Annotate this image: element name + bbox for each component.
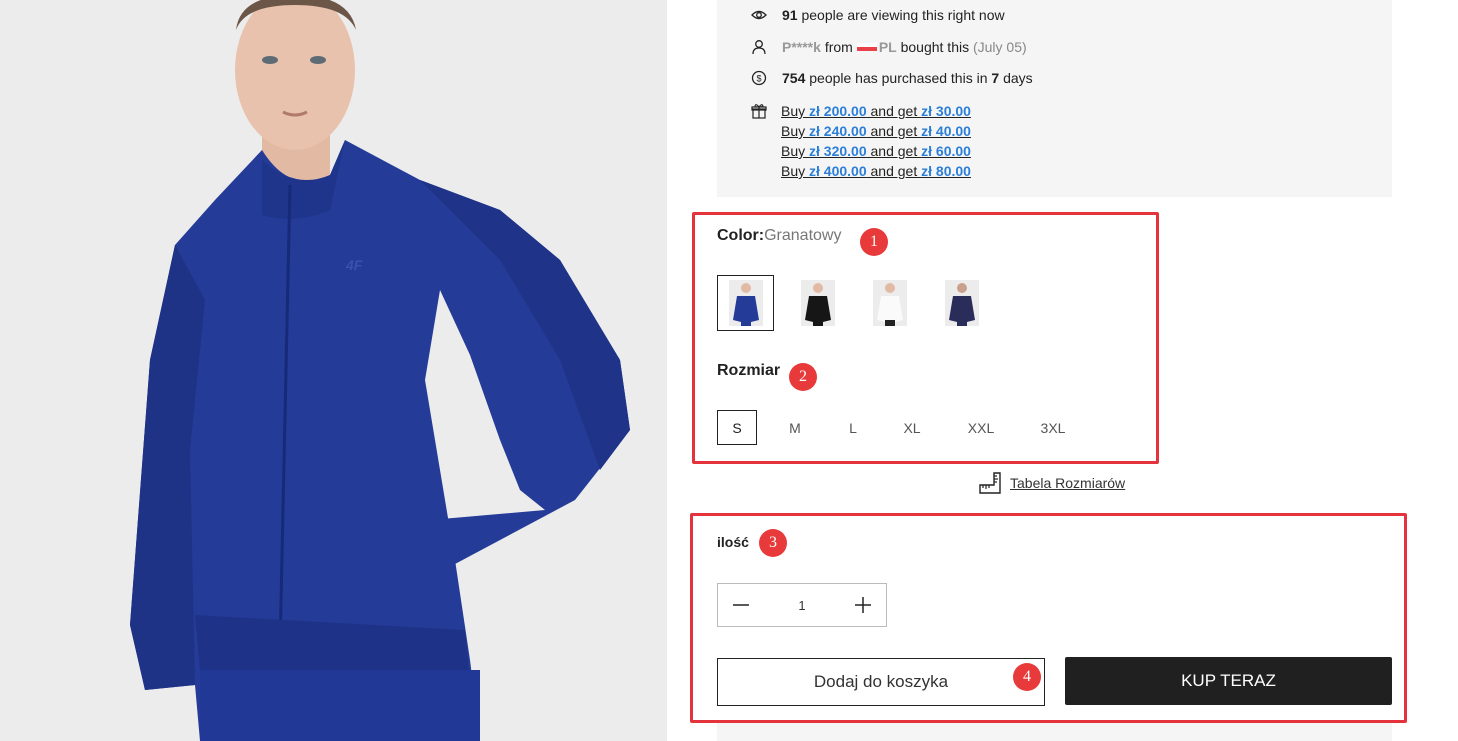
promotion-link[interactable]: Buy zł 200.00 and get zł 30.00	[781, 101, 971, 121]
increase-quantity-button[interactable]	[852, 594, 874, 616]
size-option-l[interactable]: L	[836, 410, 870, 445]
size-option-m[interactable]: M	[778, 410, 812, 445]
quantity-stepper: 1	[717, 583, 887, 627]
size-label: Rozmiar	[717, 362, 781, 379]
viewing-text: people are viewing this right now	[801, 7, 1005, 23]
decrease-quantity-button[interactable]	[730, 594, 752, 616]
minus-icon	[733, 604, 749, 606]
social-proof-box: 91 people are viewing this right now P**…	[717, 0, 1392, 197]
annotation-badge-2: 2	[789, 363, 817, 391]
buyer-name: P****k	[782, 39, 821, 55]
product-image: 4F	[0, 0, 667, 741]
size-option-3xl[interactable]: 3XL	[1032, 410, 1074, 445]
quantity-input[interactable]: 1	[798, 598, 805, 613]
color-label: Color:Granatowy	[717, 227, 842, 244]
buy-now-button[interactable]: KUP TERAZ	[1065, 657, 1392, 705]
purchased-row: $ 754 people has purchased this in 7 day…	[751, 70, 1033, 86]
bottom-panel	[717, 723, 1392, 741]
svg-text:$: $	[756, 74, 761, 84]
quantity-label: ilość	[717, 534, 749, 550]
annotation-badge-1: 1	[860, 228, 888, 256]
gift-icon	[751, 104, 767, 119]
size-table-label: Tabela Rozmiarów	[1010, 475, 1126, 491]
color-swatch-blue[interactable]	[717, 275, 774, 331]
annotation-badge-3: 3	[759, 529, 787, 557]
eye-icon	[751, 10, 767, 20]
coin-icon: $	[751, 70, 767, 86]
swatch-thumbnail	[872, 280, 907, 326]
promotion-list: Buy zł 200.00 and get zł 30.00 Buy zł 24…	[781, 101, 971, 181]
brand-logo: 4F	[345, 257, 363, 273]
promotion-link[interactable]: Buy zł 400.00 and get zł 80.00	[781, 161, 971, 181]
purchased-days: 7	[991, 70, 1000, 86]
swatch-thumbnail	[944, 280, 979, 326]
ruler-icon	[979, 472, 1001, 494]
swatch-thumbnail	[728, 280, 763, 326]
annotation-badge-4: 4	[1013, 663, 1041, 691]
purchased-days-unit: days	[1003, 70, 1033, 86]
color-value: Granatowy	[764, 227, 842, 244]
size-option-xl[interactable]: XL	[894, 410, 930, 445]
purchased-count: 754	[782, 70, 806, 86]
recent-buyer-row: P****k from PL bought this (July 05)	[751, 39, 1027, 55]
user-icon	[752, 40, 766, 55]
viewing-row: 91 people are viewing this right now	[751, 7, 1005, 23]
poland-flag-icon	[856, 43, 877, 51]
promotion-link[interactable]: Buy zł 240.00 and get zł 40.00	[781, 121, 971, 141]
viewing-count: 91	[782, 7, 798, 23]
purchased-text: people has purchased this in	[809, 70, 988, 86]
size-option-s[interactable]: S	[717, 410, 757, 445]
swatch-thumbnail	[800, 280, 835, 326]
size-table-link[interactable]: Tabela Rozmiarów	[978, 471, 1125, 495]
color-swatch-white[interactable]	[861, 275, 918, 331]
buyer-text: bought this	[900, 39, 970, 55]
add-to-cart-button[interactable]: Dodaj do koszyka	[717, 658, 1045, 706]
product-photo: 4F	[0, 0, 667, 741]
buyer-country: PL	[878, 39, 897, 55]
promotion-link[interactable]: Buy zł 320.00 and get zł 60.00	[781, 141, 971, 161]
color-swatch-black[interactable]	[789, 275, 846, 331]
size-option-xxl[interactable]: XXL	[960, 410, 1002, 445]
buyer-date: (July 05)	[972, 39, 1027, 55]
plus-icon	[854, 597, 871, 613]
color-swatch-navy[interactable]	[933, 275, 990, 331]
buyer-from: from	[824, 39, 853, 55]
